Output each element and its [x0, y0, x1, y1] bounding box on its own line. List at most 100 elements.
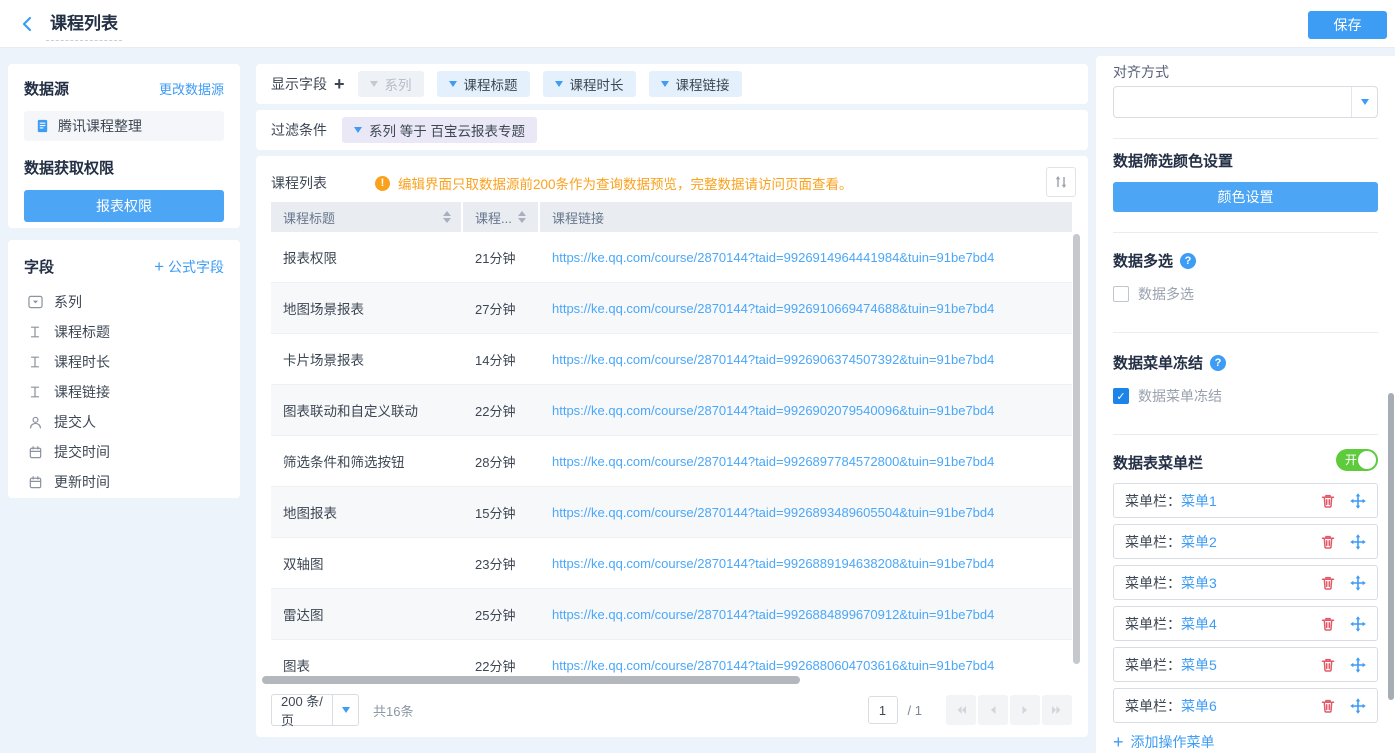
course-link[interactable]: https://ke.qq.com/course/2870144?taid=99… — [552, 454, 994, 469]
fields-title: 字段 — [24, 256, 54, 277]
field-tag-course-duration[interactable]: 课程时长 — [543, 71, 636, 97]
prev-page-button[interactable] — [978, 695, 1008, 725]
top-bar: 课程列表 保存 — [0, 0, 1395, 48]
move-icon[interactable] — [1349, 492, 1366, 509]
save-button[interactable]: 保存 — [1308, 11, 1387, 39]
page-size-select[interactable]: 200 条/页 — [271, 694, 359, 726]
change-datasource-link[interactable]: 更改数据源 — [159, 79, 224, 98]
course-link[interactable]: https://ke.qq.com/course/2870144?taid=99… — [552, 352, 994, 367]
course-link[interactable]: https://ke.qq.com/course/2870144?taid=99… — [552, 301, 994, 316]
menubar-toggle[interactable]: 开 — [1336, 449, 1378, 471]
course-link[interactable]: https://ke.qq.com/course/2870144?taid=99… — [552, 250, 994, 265]
select-icon — [27, 294, 43, 310]
field-item-course-link[interactable]: 课程链接 — [24, 377, 224, 407]
next-page-button[interactable] — [1010, 695, 1040, 725]
add-action-menu-link[interactable]: + 添加操作菜单 — [1113, 732, 1378, 752]
course-link[interactable]: https://ke.qq.com/course/2870144?taid=99… — [552, 403, 994, 418]
multiselect-checkbox[interactable] — [1113, 286, 1129, 302]
column-header-course-link[interactable]: 课程链接 — [540, 202, 1072, 232]
chevron-down-icon — [354, 127, 362, 133]
column-header-course-title[interactable]: 课程标题 — [271, 202, 463, 232]
text-icon — [27, 354, 43, 370]
field-item-submit-time[interactable]: 提交时间 — [24, 437, 224, 467]
delete-icon[interactable] — [1319, 656, 1336, 673]
move-icon[interactable] — [1349, 533, 1366, 550]
field-item-update-time[interactable]: 更新时间 — [24, 467, 224, 497]
fields-panel: 字段 + 公式字段 系列 课程标题 — [8, 240, 240, 498]
text-icon — [27, 324, 43, 340]
color-settings-button[interactable]: 颜色设置 — [1113, 182, 1378, 212]
course-link[interactable]: https://ke.qq.com/course/2870144?taid=99… — [552, 505, 994, 520]
field-tag-course-link[interactable]: 课程链接 — [649, 71, 742, 97]
freeze-label: 数据菜单冻结 — [1138, 386, 1222, 406]
chevron-left-icon — [985, 702, 1001, 718]
field-item-course-duration[interactable]: 课程时长 — [24, 347, 224, 377]
divider — [1113, 332, 1378, 333]
display-fields-bar: 显示字段 + 系列 课程标题 课程时长 课程链接 — [256, 64, 1088, 104]
move-icon[interactable] — [1349, 656, 1366, 673]
course-table-panel: 课程列表 ! 编辑界面只取数据源前200条作为查询数据预览，完整数据请访问页面查… — [256, 156, 1088, 737]
column-header-course-duration[interactable]: 课程... — [463, 202, 540, 232]
sort-carets-icon[interactable] — [443, 211, 451, 223]
move-icon[interactable] — [1349, 697, 1366, 714]
sort-order-button[interactable] — [1046, 167, 1076, 197]
help-icon[interactable]: ? — [1210, 355, 1226, 371]
course-link[interactable]: https://ke.qq.com/course/2870144?taid=99… — [552, 607, 994, 622]
multiselect-label: 数据多选 — [1138, 284, 1194, 304]
freeze-checkbox[interactable]: ✓ — [1113, 388, 1129, 404]
move-icon[interactable] — [1349, 574, 1366, 591]
menu-item-3: 菜单栏：菜单3 — [1113, 565, 1378, 600]
table-row: 报表权限 21分钟 https://ke.qq.com/course/28701… — [271, 232, 1072, 283]
freeze-option: ✓ 数据菜单冻结 — [1113, 386, 1378, 406]
first-page-button[interactable] — [946, 695, 976, 725]
table-row: 地图场景报表 27分钟 https://ke.qq.com/course/287… — [271, 283, 1072, 334]
chevron-down-icon — [370, 81, 378, 87]
field-item-series[interactable]: 系列 — [24, 287, 224, 317]
table-title: 课程列表 — [271, 173, 327, 193]
field-tag-course-title[interactable]: 课程标题 — [437, 71, 530, 97]
menubar-heading: 数据表菜单栏 开 — [1113, 452, 1378, 473]
add-display-field-icon[interactable]: + — [334, 75, 345, 93]
report-permission-button[interactable]: 报表权限 — [24, 190, 224, 222]
plus-icon: + — [1113, 733, 1124, 751]
move-icon[interactable] — [1349, 615, 1366, 632]
course-link[interactable]: https://ke.qq.com/course/2870144?taid=99… — [552, 658, 994, 673]
course-link[interactable]: https://ke.qq.com/course/2870144?taid=99… — [552, 556, 994, 571]
menu-item-5: 菜单栏：菜单5 — [1113, 647, 1378, 682]
total-count: 共16条 — [373, 701, 413, 720]
datasource-item[interactable]: 腾讯课程整理 — [24, 111, 224, 141]
align-select[interactable] — [1113, 86, 1378, 118]
table-row: 双轴图 23分钟 https://ke.qq.com/course/287014… — [271, 538, 1072, 589]
table-row: 地图报表 15分钟 https://ke.qq.com/course/28701… — [271, 487, 1072, 538]
field-item-submitter[interactable]: 提交人 — [24, 407, 224, 437]
field-list: 系列 课程标题 课程时长 课程链接 — [24, 287, 224, 497]
chevron-down-icon — [1361, 99, 1369, 105]
divider — [1113, 138, 1378, 139]
table-horizontal-scrollbar[interactable] — [262, 676, 800, 684]
display-fields-label: 显示字段 — [271, 74, 327, 94]
back-icon[interactable] — [18, 14, 38, 34]
filter-color-title: 数据筛选颜色设置 — [1113, 150, 1378, 171]
settings-panel: 对齐方式 数据筛选颜色设置 颜色设置 数据多选 ? 数据多选 数据菜单冻结 ? … — [1096, 56, 1395, 753]
help-icon[interactable]: ? — [1180, 253, 1196, 269]
page-number-input[interactable] — [868, 696, 898, 724]
filter-condition-tag[interactable]: 系列 等于 百宝云报表专题 — [342, 117, 537, 143]
field-item-course-title[interactable]: 课程标题 — [24, 317, 224, 347]
delete-icon[interactable] — [1319, 574, 1336, 591]
delete-icon[interactable] — [1319, 533, 1336, 550]
delete-icon[interactable] — [1319, 492, 1336, 509]
sort-carets-icon[interactable] — [518, 211, 526, 223]
delete-icon[interactable] — [1319, 615, 1336, 632]
page-vertical-scrollbar[interactable] — [1388, 393, 1394, 700]
last-page-button[interactable] — [1042, 695, 1072, 725]
delete-icon[interactable] — [1319, 697, 1336, 714]
calendar-icon — [27, 444, 43, 460]
filter-label: 过滤条件 — [271, 120, 327, 140]
chevron-right-icon — [1017, 702, 1033, 718]
sort-arrows-icon — [1053, 174, 1069, 190]
freeze-heading: 数据菜单冻结 ? — [1113, 352, 1378, 373]
table-vertical-scrollbar[interactable] — [1073, 234, 1080, 664]
add-formula-field-link[interactable]: + 公式字段 — [154, 257, 224, 277]
field-tag-series[interactable]: 系列 — [358, 71, 424, 97]
chevron-down-icon — [342, 707, 350, 713]
